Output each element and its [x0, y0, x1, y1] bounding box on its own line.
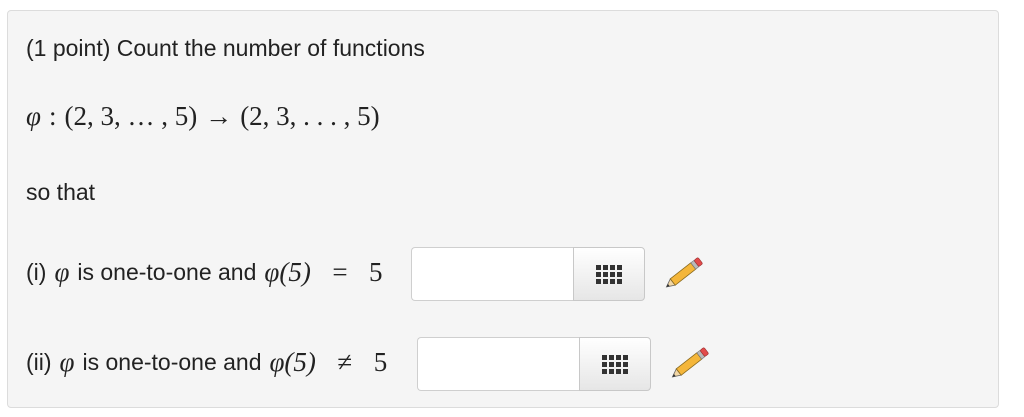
part-ii-phi: φ: [59, 347, 75, 377]
problem-intro: (1 point) Count the number of functions: [26, 35, 425, 62]
problem-intro-text: (1 point) Count the number of functions: [26, 35, 425, 61]
pencil-icon[interactable]: [664, 341, 714, 387]
part-i-text: is one-to-one and: [77, 259, 257, 285]
part-ii-text: is one-to-one and: [82, 349, 262, 375]
grid-icon: [602, 354, 628, 374]
part-ii-condition: φ(5) ≠ 5: [270, 347, 388, 378]
part-i-answer-input[interactable]: [411, 247, 573, 301]
mapping-colon: :: [48, 101, 57, 131]
part-ii-answer-input[interactable]: [417, 337, 579, 391]
part-ii-relation: ≠: [337, 347, 353, 377]
part-i-condition-func: φ(5): [264, 257, 311, 287]
part-ii-condition-func: φ(5): [269, 347, 316, 377]
mapping-codomain: (2, 3, . . . , 5): [240, 101, 380, 131]
mapping-arrow: →: [205, 101, 233, 131]
part-ii: (ii) φ is one-to-one and φ(5) ≠ 5: [26, 347, 387, 378]
part-i-condition: φ(5) = 5: [264, 257, 382, 288]
part-i-answer-group: [411, 247, 645, 301]
pencil-icon[interactable]: [658, 251, 708, 297]
part-i: (i) φ is one-to-one and φ(5) = 5: [26, 257, 383, 288]
mapping-domain: (2, 3, … , 5): [64, 101, 198, 131]
part-i-palette-button[interactable]: [573, 247, 645, 301]
part-ii-value: 5: [373, 347, 388, 377]
part-i-relation: =: [332, 257, 348, 287]
part-ii-label: (ii): [26, 349, 52, 375]
mapping-expression: φ : (2, 3, … , 5) → (2, 3, . . . , 5): [26, 101, 380, 132]
part-i-phi: φ: [54, 257, 70, 287]
so-that-label: so that: [26, 179, 96, 205]
phi-symbol: φ: [26, 101, 41, 131]
part-ii-answer-group: [417, 337, 651, 391]
part-ii-palette-button[interactable]: [579, 337, 651, 391]
grid-icon: [596, 264, 622, 284]
part-i-value: 5: [369, 257, 383, 287]
part-i-label: (i): [26, 259, 47, 285]
problem-box: (1 point) Count the number of functions …: [7, 10, 999, 408]
so-that-text: so that: [26, 179, 95, 206]
